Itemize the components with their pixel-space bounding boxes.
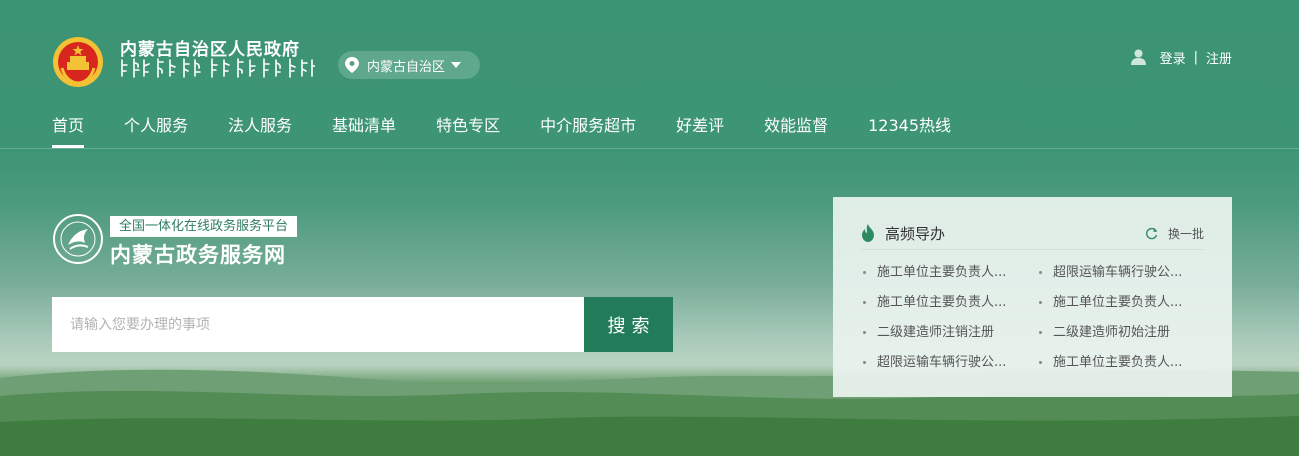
list-item-label: 施工单位主要负责人...: [877, 295, 1007, 310]
list-item[interactable]: 二级建造师初始注册: [1037, 323, 1213, 342]
list-item[interactable]: 施工单位主要负责人...: [861, 293, 1037, 312]
auth-separator: |: [1193, 49, 1198, 65]
login-link[interactable]: 登录: [1160, 48, 1186, 67]
list-item-label: 二级建造师注销注册: [877, 325, 995, 340]
refresh-label: 换一批: [1167, 226, 1204, 241]
nav-item-rating[interactable]: 好差评: [676, 112, 724, 148]
fire-icon: [862, 224, 874, 242]
platform-tag: 全国一体化在线政务服务平台: [110, 216, 298, 237]
list-item-label: 二级建造师初始注册: [1053, 325, 1171, 340]
hot-guide-panel: 高频导办 换一批 施工单位主要负责人... 超限运输车辆行驶公... 施工单位主…: [833, 197, 1232, 397]
nav-item-agency-market[interactable]: 中介服务超市: [540, 112, 636, 148]
list-item-label: 施工单位主要负责人...: [1053, 355, 1183, 370]
list-item[interactable]: 施工单位主要负责人...: [861, 263, 1037, 282]
auth-links: 登录 | 注册: [1130, 47, 1232, 67]
nav-item-special-zone[interactable]: 特色专区: [436, 112, 500, 148]
list-item[interactable]: 施工单位主要负责人...: [1037, 353, 1213, 372]
caret-down-icon: [451, 62, 462, 68]
refresh-button[interactable]: 换一批: [1145, 225, 1204, 242]
mongolian-script-logo: [121, 58, 315, 78]
list-item-label: 超限运输车辆行驶公...: [877, 355, 1007, 370]
bullet-dot: [863, 301, 866, 304]
hot-guide-list: 施工单位主要负责人... 超限运输车辆行驶公... 施工单位主要负责人... 施…: [861, 263, 1211, 372]
list-item[interactable]: 施工单位主要负责人...: [1037, 293, 1213, 312]
list-item[interactable]: 二级建造师注销注册: [861, 323, 1037, 342]
nav-item-hotline[interactable]: 12345热线: [868, 112, 951, 148]
platform-name: 内蒙古政务服务网: [110, 243, 286, 267]
search-button[interactable]: 搜索: [584, 297, 673, 352]
location-pin-icon: [345, 57, 359, 73]
bullet-dot: [1039, 331, 1042, 334]
location-label: 内蒙古自治区: [367, 59, 446, 75]
search-box: [52, 297, 584, 352]
nav-item-home[interactable]: 首页: [52, 112, 85, 148]
national-emblem-icon: [53, 37, 103, 87]
nav-item-legal-person[interactable]: 法人服务: [228, 112, 292, 148]
list-item[interactable]: 超限运输车辆行驶公...: [861, 353, 1037, 372]
bullet-dot: [863, 331, 866, 334]
bullet-dot: [863, 361, 866, 364]
bullet-dot: [863, 271, 866, 274]
hot-guide-title: 高频导办: [885, 224, 946, 243]
hot-guide-header: 高频导办 换一批: [861, 217, 1204, 250]
nav-item-basic-list[interactable]: 基础清单: [332, 112, 396, 148]
nav-divider: [0, 148, 1299, 149]
nav-item-supervision[interactable]: 效能监督: [764, 112, 828, 148]
location-selector[interactable]: 内蒙古自治区: [338, 51, 480, 79]
list-item-label: 施工单位主要负责人...: [877, 265, 1007, 280]
refresh-icon: [1146, 227, 1158, 239]
nav-item-personal[interactable]: 个人服务: [124, 112, 188, 148]
user-icon: [1130, 49, 1146, 65]
search-input[interactable]: [52, 297, 584, 352]
platform-logo-icon: [53, 214, 103, 264]
bullet-dot: [1039, 271, 1042, 274]
list-item-label: 超限运输车辆行驶公...: [1053, 265, 1183, 280]
bullet-dot: [1039, 361, 1042, 364]
main-nav: 首页 个人服务 法人服务 基础清单 特色专区 中介服务超市 好差评 效能监督 1…: [52, 112, 991, 148]
list-item-label: 施工单位主要负责人...: [1053, 295, 1183, 310]
register-link[interactable]: 注册: [1206, 48, 1232, 67]
bullet-dot: [1039, 301, 1042, 304]
list-item[interactable]: 超限运输车辆行驶公...: [1037, 263, 1213, 282]
